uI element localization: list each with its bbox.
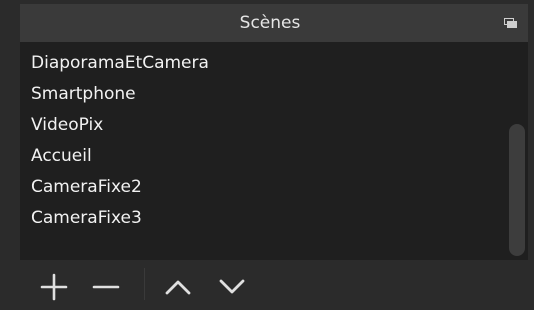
float-window-icon-front	[507, 21, 517, 28]
scene-list-item[interactable]: CameraFixe2	[20, 172, 506, 203]
plus-icon	[40, 273, 68, 301]
minus-icon	[92, 285, 120, 289]
scene-list-item[interactable]: CameraFixe3	[20, 203, 506, 234]
scene-list-item[interactable]: Smartphone	[20, 79, 506, 110]
chevron-up-icon	[165, 280, 191, 295]
chevron-down-icon	[219, 279, 245, 294]
scene-list-item[interactable]: VideoPix	[20, 110, 506, 141]
toolbar-separator	[144, 268, 145, 300]
move-scene-up-button[interactable]	[158, 268, 198, 302]
scenes-dock: Scènes DiaporamaEtCamera Smartphone Vide…	[20, 4, 528, 308]
move-scene-down-button[interactable]	[212, 268, 252, 302]
dock-title-bar[interactable]: Scènes	[20, 4, 528, 42]
float-window-icon[interactable]	[504, 18, 517, 28]
add-scene-button[interactable]	[34, 268, 74, 302]
vertical-scrollbar[interactable]	[506, 42, 528, 260]
scene-list-item[interactable]: Accueil	[20, 141, 506, 172]
scene-list-item[interactable]: DiaporamaEtCamera	[20, 48, 506, 79]
scene-list[interactable]: DiaporamaEtCamera Smartphone VideoPix Ac…	[20, 42, 506, 260]
remove-scene-button[interactable]	[86, 268, 126, 302]
dock-title: Scènes	[239, 13, 301, 33]
scrollbar-thumb[interactable]	[509, 124, 525, 256]
scene-toolbar	[20, 260, 528, 308]
